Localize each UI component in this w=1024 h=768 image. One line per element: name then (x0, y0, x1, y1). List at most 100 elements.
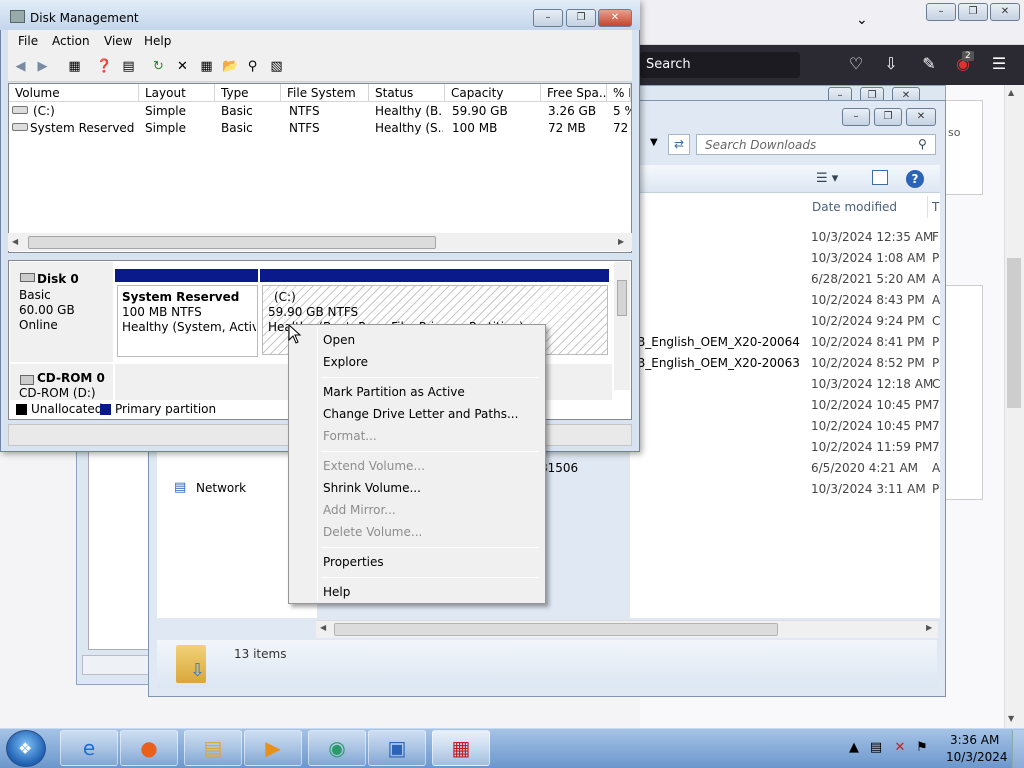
dm-close-button[interactable]: ✕ (598, 9, 632, 27)
menu-item-mark-active[interactable]: Mark Partition as Active (323, 382, 465, 402)
preview-pane-icon[interactable] (872, 170, 888, 185)
chevron-down-icon[interactable]: ⌄ (856, 12, 868, 28)
menu-item-help[interactable]: Help (323, 582, 350, 602)
view-options-icon[interactable]: ☰ ▾ (816, 171, 838, 186)
menu-item-delete-volume: Delete Volume... (323, 525, 423, 539)
type-cell: P (932, 335, 940, 349)
search-downloads-input[interactable]: Search Downloads (696, 134, 936, 155)
volume-hscroll-thumb[interactable] (28, 236, 436, 249)
browser-scrollbar-thumb[interactable] (1007, 258, 1021, 408)
volume-name[interactable]: (C:) (33, 104, 55, 120)
col-pct-free[interactable]: % F (607, 84, 631, 102)
date-cell: 10/2/2024 11:59 PM (811, 440, 933, 454)
clock-time[interactable]: 3:36 AM (950, 733, 999, 747)
taskbar-green-app[interactable]: ◉ (308, 730, 366, 766)
graph-vscroll-thumb[interactable] (617, 280, 627, 316)
primary-partition-bar (115, 269, 258, 282)
col-free-space[interactable]: Free Spa... (541, 84, 607, 102)
file-name-partial[interactable]: B_English_OEM_X20-20063 (637, 356, 800, 370)
file-name-partial[interactable]: B_English_OEM_X20-20064 (637, 335, 800, 349)
explorer-hscroll-thumb[interactable] (334, 623, 778, 636)
column-date-modified[interactable]: Date modified (806, 196, 928, 218)
show-hide-tree-icon[interactable]: ▦ (66, 58, 83, 75)
help-book-icon[interactable]: ❓ (96, 58, 113, 75)
search-icon: ⚲ (918, 137, 927, 151)
menu-item-shrink-volume[interactable]: Shrink Volume... (323, 478, 421, 498)
disk0-kind: Basic (19, 288, 51, 302)
scroll-left-icon[interactable]: ◀ (12, 237, 18, 246)
col-volume[interactable]: Volume (9, 84, 139, 102)
menu-file[interactable]: File (18, 34, 38, 48)
explorer-close-button[interactable]: ✕ (906, 108, 936, 126)
properties-icon[interactable]: ▤ (120, 58, 137, 75)
scroll-right-icon[interactable]: ▶ (926, 623, 932, 632)
open-folder-icon[interactable]: 📂 (222, 58, 239, 75)
menu-view[interactable]: View (104, 34, 132, 48)
browser-minimize-button[interactable]: – (926, 3, 956, 21)
download-icon[interactable]: ⇩ (880, 54, 902, 73)
show-hidden-icons-icon[interactable]: ▲ (846, 740, 862, 755)
nav-network[interactable]: Network (196, 481, 246, 495)
back-arrow-icon[interactable]: ◀ (12, 58, 29, 75)
pocket-icon[interactable]: ♡ (845, 54, 867, 73)
column-type[interactable]: T (932, 200, 939, 214)
scroll-left-icon[interactable]: ◀ (320, 623, 326, 632)
network-tray-icon[interactable]: ▤ (868, 740, 884, 755)
col-layout[interactable]: Layout (139, 84, 215, 102)
taskbar-firefox[interactable]: ● (120, 730, 178, 766)
taskbar-internet-explorer[interactable]: e (60, 730, 118, 766)
type-cell: A (932, 272, 941, 286)
menu-gutter (317, 327, 318, 601)
volume-pct: 72 (613, 121, 629, 135)
browser-maximize-button[interactable]: ❐ (958, 3, 988, 21)
check-disk-icon[interactable]: ▦ (198, 58, 215, 75)
address-dropdown-icon[interactable]: ▼ (650, 137, 658, 148)
col-type[interactable]: Type (215, 84, 281, 102)
taskbar-virtualbox[interactable]: ▣ (368, 730, 426, 766)
col-file-system[interactable]: File System (281, 84, 369, 102)
search-disk-icon[interactable]: ⚲ (244, 58, 261, 75)
browser-close-button[interactable]: ✕ (990, 3, 1020, 21)
volume-name[interactable]: System Reserved (30, 121, 134, 137)
help-icon[interactable]: ? (906, 170, 924, 188)
taskbar-media-player[interactable]: ▶ (244, 730, 302, 766)
scroll-up-icon[interactable]: ▲ (1008, 88, 1014, 97)
menu-icon[interactable]: ☰ (988, 54, 1010, 73)
scroll-right-icon[interactable]: ▶ (618, 237, 624, 246)
rescan-icon[interactable]: ↻ (150, 58, 167, 75)
forward-arrow-icon[interactable]: ▶ (34, 58, 51, 75)
taskbar-file-explorer[interactable]: ▤ (184, 730, 242, 766)
legend-primary: Primary partition (115, 402, 217, 416)
explorer-minimize-button[interactable]: – (842, 108, 870, 126)
search-placeholder: Search Downloads (705, 138, 817, 152)
dm-minimize-button[interactable]: – (533, 9, 563, 27)
refresh-icon[interactable]: ⇄ (668, 134, 690, 155)
scroll-down-icon[interactable]: ▼ (1008, 714, 1014, 723)
clock-date[interactable]: 10/3/2024 (946, 750, 1008, 764)
type-cell: 7 (932, 440, 940, 454)
menu-item-open[interactable]: Open (323, 330, 355, 350)
volume-muted-icon[interactable]: ✕ (892, 740, 908, 755)
partition-status: Healthy (System, Active, (122, 320, 256, 334)
dm-maximize-button[interactable]: ❐ (566, 9, 596, 27)
menu-item-explore[interactable]: Explore (323, 352, 368, 372)
delete-icon[interactable]: ✕ (174, 58, 191, 75)
extensions-icon[interactable]: ✎ (918, 54, 940, 73)
col-status[interactable]: Status (369, 84, 445, 102)
menu-item-properties[interactable]: Properties (323, 552, 384, 572)
partition-view-icon[interactable]: ▧ (268, 58, 285, 75)
taskbar-computer-management[interactable]: ▦ (432, 730, 490, 766)
menu-action[interactable]: Action (52, 34, 90, 48)
browser-search-box[interactable]: Search (640, 52, 800, 78)
action-center-flag-icon[interactable]: ⚑ (914, 740, 930, 755)
disk-icon (20, 273, 35, 282)
show-desktop-button[interactable] (1012, 730, 1024, 768)
menu-item-add-mirror: Add Mirror... (323, 503, 396, 517)
volume-capacity: 100 MB (452, 121, 498, 135)
explorer-maximize-button[interactable]: ❐ (874, 108, 902, 126)
menu-item-change-drive-letter[interactable]: Change Drive Letter and Paths... (323, 404, 518, 424)
menu-help[interactable]: Help (144, 34, 171, 48)
disk0-name: Disk 0 (37, 272, 79, 286)
cdrom-icon (20, 375, 34, 385)
col-capacity[interactable]: Capacity (445, 84, 541, 102)
